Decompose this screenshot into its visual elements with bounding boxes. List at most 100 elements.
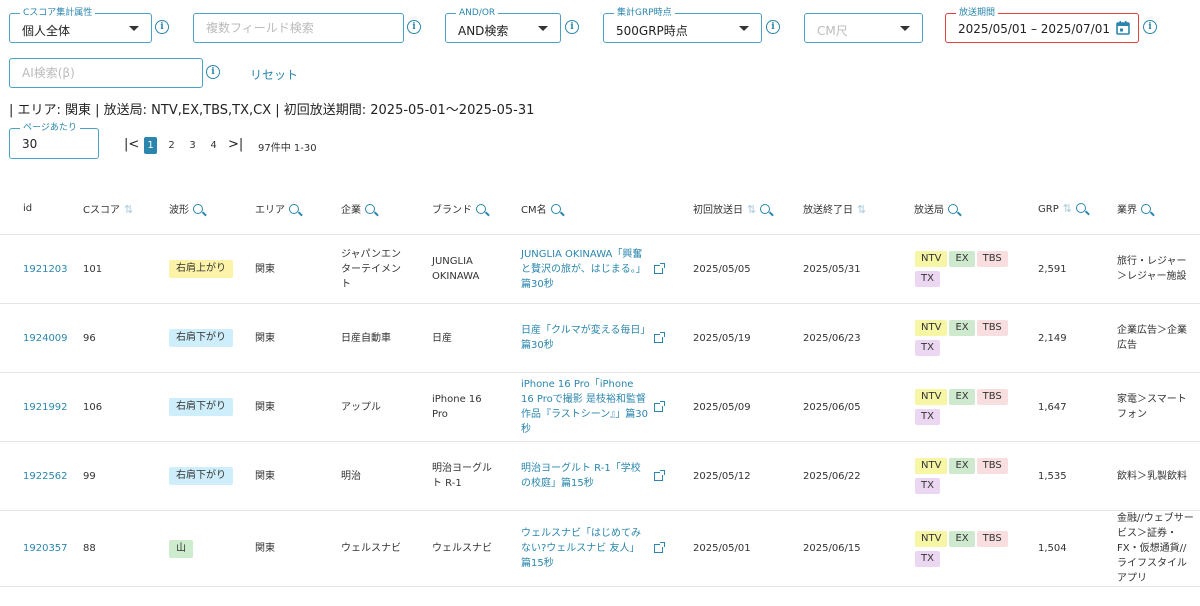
- cell-cm: 日産「クルマが変える毎日」篇30秒: [498, 303, 670, 373]
- station-badge-ex: EX: [949, 251, 975, 267]
- search-icon[interactable]: [760, 203, 771, 214]
- search-icon[interactable]: [289, 203, 299, 214]
- station-list: NTV EX TBS TX: [914, 387, 1024, 427]
- search-icon[interactable]: [476, 203, 486, 214]
- and-or-value: AND検索: [458, 24, 509, 38]
- sort-icon[interactable]: ⇅: [1063, 202, 1072, 215]
- cm-link[interactable]: 日産「クルマが変える毎日」篇30秒: [521, 323, 649, 353]
- info-icon[interactable]: i: [766, 20, 780, 34]
- cell-grp: 1,535: [1015, 441, 1094, 511]
- id-link[interactable]: 1922562: [23, 471, 68, 482]
- cm-length-select[interactable]: CM尺: [804, 13, 923, 43]
- ai-search-input[interactable]: [9, 58, 203, 88]
- info-icon[interactable]: i: [565, 20, 579, 34]
- cell-last-air: 2025/05/31: [780, 234, 891, 304]
- sort-icon[interactable]: ⇅: [747, 203, 756, 216]
- station-badge-ex: EX: [949, 320, 975, 336]
- col-header-cscore: Cスコア ⇅: [60, 182, 146, 235]
- cell-id: 1924009: [0, 303, 68, 373]
- sort-icon[interactable]: ⇅: [857, 203, 866, 216]
- chevron-down-icon: [900, 26, 910, 31]
- station-badge-ntv: NTV: [915, 251, 948, 267]
- chevron-down-icon: [739, 26, 749, 31]
- multi-field-search-field[interactable]: [194, 14, 403, 42]
- external-link-icon[interactable]: [654, 331, 665, 343]
- grp-point-value: 500GRP時点: [616, 24, 688, 38]
- external-link-icon[interactable]: [654, 262, 665, 274]
- cell-last-air: 2025/06/22: [780, 441, 891, 511]
- score-attribute-select[interactable]: Cスコア集計属性 個人全体: [9, 7, 152, 43]
- cell-first-air: 2025/05/01: [670, 510, 780, 587]
- page-1-button[interactable]: 1: [144, 137, 157, 154]
- cm-link[interactable]: 明治ヨーグルト R-1「学校の校庭」篇15秒: [521, 461, 649, 491]
- cell-id: 1922562: [0, 441, 68, 511]
- cell-area: 関東: [232, 234, 318, 304]
- cell-company: ウェルスナビ: [318, 510, 409, 587]
- score-attribute-label: Cスコア集計属性: [20, 7, 96, 19]
- cm-link[interactable]: ウェルスナビ「はじめてみない?ウェルスナビ 友人」篇15秒: [521, 526, 649, 571]
- id-link[interactable]: 1921203: [23, 264, 68, 275]
- cell-first-air: 2025/05/09: [670, 372, 780, 442]
- page-4-button[interactable]: 4: [207, 137, 220, 154]
- search-icon[interactable]: [193, 203, 203, 214]
- station-list: NTV EX TBS TX: [914, 456, 1024, 496]
- cm-link[interactable]: JUNGLIA OKINAWA「興奮と贅沢の旅が、はじまる。」篇30秒: [521, 247, 649, 292]
- search-icon[interactable]: [365, 203, 375, 214]
- col-header-id: id: [0, 182, 60, 235]
- external-link-icon[interactable]: [654, 469, 665, 481]
- search-icon[interactable]: [1075, 202, 1086, 213]
- id-link[interactable]: 1924009: [23, 333, 68, 344]
- last-page-button[interactable]: >|: [228, 137, 243, 152]
- per-page-input[interactable]: ページあたり 30: [9, 122, 99, 159]
- reset-button[interactable]: リセット: [250, 66, 298, 83]
- cell-company: 日産自動車: [318, 303, 409, 373]
- station-list: NTV EX TBS TX: [914, 318, 1024, 358]
- cell-stations: NTV EX TBS TX: [891, 303, 1015, 373]
- calendar-icon[interactable]: [1116, 21, 1130, 35]
- cell-cscore: 88: [60, 510, 146, 587]
- per-page-label: ページあたり: [20, 122, 80, 134]
- ai-search-field[interactable]: [10, 59, 202, 87]
- table-row: 1921203 101 右肩上がり 関東 ジャパンエンターテイメント JUNGL…: [0, 234, 1200, 304]
- search-icon[interactable]: [1141, 203, 1151, 214]
- cell-stations: NTV EX TBS TX: [891, 372, 1015, 442]
- grp-point-select[interactable]: 集計GRP時点 500GRP時点: [603, 7, 762, 43]
- cm-link[interactable]: iPhone 16 Pro「iPhone 16 Proで撮影 是枝裕和監督作品『…: [521, 377, 649, 437]
- cell-stations: NTV EX TBS TX: [891, 441, 1015, 511]
- station-badge-ntv: NTV: [915, 458, 948, 474]
- table-row: 1921992 106 右肩下がり 関東 アップル iPhone 16 Pro …: [0, 372, 1200, 442]
- col-header-industry: 業界: [1094, 182, 1200, 235]
- col-header-area: エリア: [232, 182, 318, 235]
- search-icon[interactable]: [550, 203, 561, 214]
- info-icon[interactable]: i: [1143, 20, 1157, 34]
- first-page-button[interactable]: |<: [124, 137, 139, 152]
- multi-field-search-input[interactable]: [193, 13, 404, 43]
- cell-area: 関東: [232, 303, 318, 373]
- search-icon[interactable]: [948, 203, 958, 214]
- station-badge-ntv: NTV: [915, 530, 948, 547]
- cell-id: 1921203: [0, 234, 68, 304]
- cell-brand: 日産: [409, 303, 498, 373]
- cell-brand: JUNGLIA OKINAWA: [409, 234, 498, 304]
- per-page-value: 30: [22, 137, 38, 151]
- info-icon[interactable]: i: [206, 65, 220, 79]
- external-link-icon[interactable]: [654, 542, 665, 553]
- table-row: 1922562 99 右肩下がり 関東 明治 明治ヨーグルト R-1 明治ヨーグ…: [0, 441, 1200, 511]
- page-2-button[interactable]: 2: [165, 137, 178, 154]
- id-link[interactable]: 1920357: [23, 543, 68, 554]
- info-icon[interactable]: i: [407, 20, 421, 34]
- cell-stations: NTV EX TBS TX: [891, 234, 1015, 304]
- header-label: id: [23, 202, 33, 214]
- broadcast-period-picker[interactable]: 放送期間 2025/05/01 – 2025/07/01: [945, 7, 1139, 43]
- station-badge-tbs: TBS: [976, 530, 1008, 547]
- station-badge-tx: TX: [915, 478, 940, 494]
- external-link-icon[interactable]: [654, 400, 665, 412]
- col-header-grp: GRP ⇅: [1015, 182, 1094, 235]
- info-icon[interactable]: i: [155, 20, 169, 34]
- id-link[interactable]: 1921992: [23, 402, 68, 413]
- cell-cscore: 106: [60, 372, 146, 442]
- and-or-select[interactable]: AND/OR AND検索: [445, 7, 561, 43]
- cell-id: 1920357: [0, 510, 68, 587]
- page-3-button[interactable]: 3: [186, 137, 199, 154]
- sort-icon[interactable]: ⇅: [124, 203, 133, 216]
